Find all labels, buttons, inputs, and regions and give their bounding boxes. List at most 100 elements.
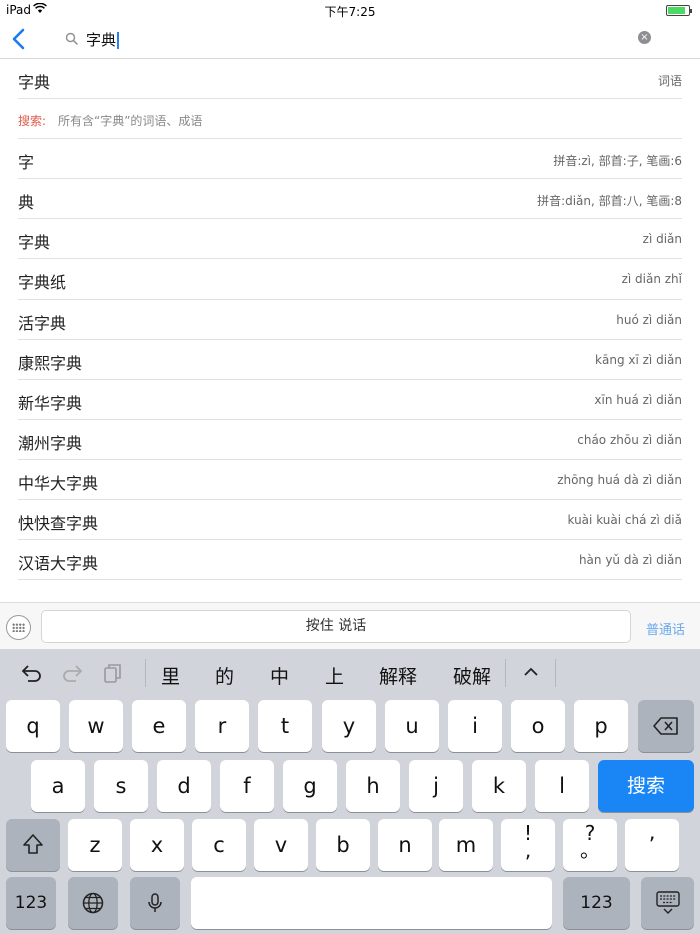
key-question-period[interactable]: ?。 xyxy=(563,819,617,871)
microphone-button[interactable] xyxy=(130,877,180,929)
candidate-word[interactable]: 里 xyxy=(161,662,180,689)
item-word: 新华字典 xyxy=(18,393,83,413)
hold-to-talk-button[interactable]: 按住 说话 xyxy=(41,610,631,643)
status-bar: iPad 下午7:25 xyxy=(0,0,700,20)
list-item[interactable]: 潮州字典 cháo zhōu zì diǎn xyxy=(18,420,682,460)
list-item[interactable]: 活字典 huó zì diǎn xyxy=(18,300,682,340)
item-detail: kāng xī zì diǎn xyxy=(595,352,682,367)
item-word: 汉语大字典 xyxy=(18,554,99,574)
candidate-word[interactable]: 上 xyxy=(325,662,344,689)
result-list: 字典 词语 搜索: 所有含“字典”的词语、成语 字 拼音:zì, 部首:子, 笔… xyxy=(0,59,700,581)
list-item[interactable]: 字典 zì diǎn xyxy=(18,219,682,260)
globe-button[interactable] xyxy=(68,877,118,929)
search-all-row[interactable]: 搜索: 所有含“字典”的词语、成语 xyxy=(18,99,682,140)
key-x[interactable]: x xyxy=(130,819,184,871)
clear-search-button[interactable]: × xyxy=(638,31,651,44)
undo-icon[interactable] xyxy=(20,662,44,684)
paste-icon[interactable] xyxy=(101,662,125,684)
list-item[interactable]: 快快查字典 kuài kuài chá zì diǎ xyxy=(18,500,683,541)
item-detail: 词语 xyxy=(657,74,682,88)
key-v[interactable]: v xyxy=(254,819,308,871)
search-query: 字典 xyxy=(86,31,117,49)
number-mode-key-left[interactable]: 123 xyxy=(6,877,56,929)
key-f[interactable]: f xyxy=(220,760,274,812)
status-time: 下午7:25 xyxy=(324,5,376,19)
list-item[interactable]: 新华字典 xīn huá zì diǎn xyxy=(18,380,682,420)
key-apostrophe[interactable]: ’ xyxy=(625,819,679,871)
key-z[interactable]: z xyxy=(68,819,122,871)
item-word: 字 xyxy=(18,153,35,173)
item-detail: zhōng huá dà zì diǎn xyxy=(557,472,682,487)
key-c[interactable]: c xyxy=(192,819,246,871)
key-e[interactable]: e xyxy=(132,700,186,752)
language-mode-button[interactable]: 普通话 xyxy=(646,619,685,638)
item-detail: zì diǎn zhǐ xyxy=(621,272,682,287)
list-item[interactable]: 典 拼音:diǎn, 部首:八, 笔画:8 xyxy=(18,179,682,220)
key-n[interactable]: n xyxy=(378,819,432,871)
key-u[interactable]: u xyxy=(385,700,439,752)
item-word: 字典 xyxy=(18,233,51,253)
key-i[interactable]: i xyxy=(448,700,502,752)
chevron-left-icon xyxy=(12,28,25,50)
search-input[interactable]: 字典 xyxy=(86,29,120,50)
candidate-bar: 里 的 中 上 解释 破解 xyxy=(0,649,700,697)
list-item[interactable]: 汉语大字典 hàn yǔ dà zì diǎn xyxy=(18,540,682,581)
key-a[interactable]: a xyxy=(31,760,85,812)
key-exclaim-comma[interactable]: !, xyxy=(501,819,555,871)
hide-keyboard-button[interactable] xyxy=(641,877,694,929)
redo-icon[interactable] xyxy=(60,662,84,684)
key-p[interactable]: p xyxy=(574,700,628,752)
candidate-word[interactable]: 的 xyxy=(215,662,234,689)
key-g[interactable]: g xyxy=(283,760,337,812)
key-b[interactable]: b xyxy=(316,819,370,871)
key-k[interactable]: k xyxy=(472,760,526,812)
voice-input-bar: 按住 说话 普通话 xyxy=(0,602,700,649)
list-item[interactable]: 中华大字典 zhōng huá dà zì diǎn xyxy=(18,460,682,501)
key-l[interactable]: l xyxy=(535,760,589,812)
search-all-desc: 所有含“字典”的词语、成语 xyxy=(58,114,203,129)
key-o[interactable]: o xyxy=(511,700,565,752)
key-q[interactable]: q xyxy=(6,700,60,752)
candidate-divider xyxy=(505,659,506,687)
item-detail: xīn huá zì diǎn xyxy=(594,392,682,407)
candidate-divider xyxy=(555,659,556,687)
number-mode-key-right[interactable]: 123 xyxy=(563,877,630,929)
search-bar: 字典 × xyxy=(0,20,700,59)
key-d[interactable]: d xyxy=(157,760,211,812)
key-bottom-char: 。 xyxy=(580,838,600,862)
key-w[interactable]: w xyxy=(69,700,123,752)
item-word: 中华大字典 xyxy=(18,473,99,493)
candidate-word[interactable]: 中 xyxy=(270,662,289,689)
chevron-up-icon[interactable] xyxy=(521,662,541,682)
key-j[interactable]: j xyxy=(409,760,463,812)
item-detail: zì diǎn xyxy=(642,232,682,247)
search-key[interactable]: 搜索 xyxy=(598,760,694,812)
key-y[interactable]: y xyxy=(322,700,376,752)
search-icon xyxy=(65,31,79,45)
space-key[interactable] xyxy=(191,877,552,929)
keyboard-toggle-button[interactable] xyxy=(6,615,31,640)
item-word: 字典 xyxy=(18,73,51,92)
keyboard-dismiss-icon xyxy=(655,891,680,914)
list-item[interactable]: 康熙字典 kāng xī zì diǎn xyxy=(18,340,682,380)
item-detail: huó zì diǎn xyxy=(616,312,682,327)
list-item[interactable]: 字 拼音:zì, 部首:子, 笔画:6 xyxy=(18,139,682,180)
key-t[interactable]: t xyxy=(258,700,312,752)
item-word: 字典纸 xyxy=(18,273,67,293)
list-item[interactable]: 字典 词语 xyxy=(18,59,682,100)
candidate-word[interactable]: 解释 xyxy=(379,662,417,689)
backspace-button[interactable] xyxy=(638,700,694,752)
list-item[interactable]: 字典纸 zì diǎn zhǐ xyxy=(18,259,682,300)
back-button[interactable] xyxy=(9,26,31,52)
key-m[interactable]: m xyxy=(439,819,493,871)
globe-icon xyxy=(82,892,104,914)
candidate-divider xyxy=(145,659,146,687)
key-h[interactable]: h xyxy=(346,760,400,812)
key-s[interactable]: s xyxy=(94,760,148,812)
key-r[interactable]: r xyxy=(195,700,249,752)
keyboard-icon xyxy=(12,623,25,632)
item-word: 典 xyxy=(18,193,35,213)
shift-button[interactable] xyxy=(6,819,60,871)
candidate-word[interactable]: 破解 xyxy=(453,662,491,689)
item-detail: kuài kuài chá zì diǎ xyxy=(567,513,683,528)
